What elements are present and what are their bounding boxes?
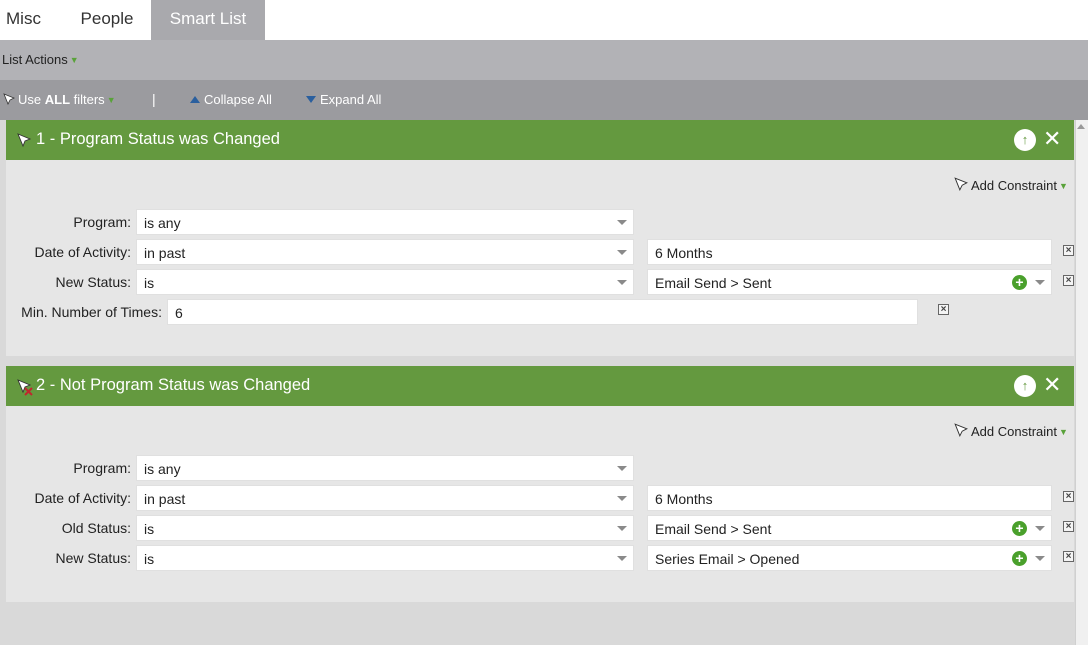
list-actions-bar	[0, 40, 1088, 80]
plus-circle-icon[interactable]: +	[1012, 551, 1027, 566]
add-constraint-label: Add Constraint	[971, 424, 1057, 439]
use-filters-prefix: Use	[18, 92, 45, 107]
caret-down-icon	[617, 496, 627, 501]
date-value-field[interactable]: 6 Months	[647, 239, 1052, 265]
constraint-label: Program:	[73, 460, 131, 476]
funnel-icon	[17, 133, 32, 148]
chevron-down-icon: ▼	[1059, 181, 1068, 191]
select-value: Email Send > Sent	[655, 275, 772, 291]
collapse-all-button[interactable]: Collapse All	[190, 92, 272, 107]
caret-down-icon	[617, 556, 627, 561]
caret-down-icon	[1035, 526, 1045, 531]
caret-down-icon	[617, 250, 627, 255]
delete-box-icon[interactable]: ×	[938, 304, 949, 315]
tab-people[interactable]: People	[64, 0, 150, 40]
toolbar-separator: |	[152, 91, 156, 107]
arrow-up-circle-icon[interactable]: ↑	[1014, 129, 1036, 151]
tab-label: People	[80, 9, 134, 28]
constraint-label: Old Status:	[61, 520, 131, 536]
select-value: Series Email > Opened	[655, 551, 800, 567]
close-icon[interactable]: ✕	[1043, 374, 1061, 396]
field-value: 6 Months	[655, 245, 713, 261]
use-filters-menu[interactable]: Use ALL filters ▼	[3, 92, 116, 107]
collapse-all-label: Collapse All	[204, 92, 272, 107]
expand-all-label: Expand All	[320, 92, 382, 107]
list-actions-menu[interactable]: List Actions ▼	[2, 52, 79, 67]
use-filters-suffix: filters	[70, 92, 105, 107]
caret-down-icon	[617, 280, 627, 285]
constraint-label: Program:	[73, 214, 131, 230]
chevron-down-icon: ▼	[1059, 427, 1068, 437]
tab-label: Misc	[6, 9, 41, 28]
collapse-icon	[190, 96, 200, 103]
scroll-up-arrow-icon[interactable]	[1077, 124, 1085, 129]
delete-box-icon[interactable]: ×	[1063, 551, 1074, 562]
old-status-value-select[interactable]: Email Send > Sent +	[647, 515, 1052, 541]
caret-down-icon	[617, 220, 627, 225]
constraint-label: New Status:	[55, 550, 131, 566]
select-value: is any	[144, 215, 181, 231]
vertical-scrollbar[interactable]	[1075, 120, 1088, 645]
constraint-label: New Status:	[55, 274, 131, 290]
caret-down-icon	[617, 526, 627, 531]
tab-label: Smart List	[169, 9, 247, 28]
program-operator-select[interactable]: is any	[136, 209, 634, 235]
expand-all-button[interactable]: Expand All	[306, 92, 381, 107]
chevron-down-icon: ▼	[106, 95, 116, 105]
tab-smart-list[interactable]: Smart List	[151, 0, 265, 40]
new-status-operator-select[interactable]: is	[136, 269, 634, 295]
expand-icon	[306, 96, 316, 103]
plus-circle-icon[interactable]: +	[1012, 521, 1027, 536]
funnel-icon	[3, 93, 15, 105]
funnel-icon	[954, 177, 968, 191]
new-status-operator-select[interactable]: is	[136, 545, 634, 571]
program-operator-select[interactable]: is any	[136, 455, 634, 481]
delete-box-icon[interactable]: ×	[1063, 491, 1074, 502]
tab-misc[interactable]: Misc	[0, 0, 64, 40]
select-value: in past	[144, 245, 186, 261]
field-value: 6 Months	[655, 491, 713, 507]
select-value: is any	[144, 461, 181, 477]
caret-down-icon	[1035, 280, 1045, 285]
delete-box-icon[interactable]: ×	[1063, 275, 1074, 286]
add-constraint-label: Add Constraint	[971, 178, 1057, 193]
new-status-value-select[interactable]: Email Send > Sent +	[647, 269, 1052, 295]
close-icon[interactable]: ✕	[1043, 128, 1061, 150]
filter-1-title: 1 - Program Status was Changed	[36, 130, 280, 148]
add-constraint-button[interactable]: Add Constraint ▼	[954, 177, 1068, 193]
list-actions-label: List Actions	[2, 52, 68, 67]
new-status-value-select[interactable]: Series Email > Opened +	[647, 545, 1052, 571]
old-status-operator-select[interactable]: is	[136, 515, 634, 541]
date-value-field[interactable]: 6 Months	[647, 485, 1052, 511]
negated-funnel-icon	[17, 379, 33, 396]
date-operator-select[interactable]: in past	[136, 485, 634, 511]
delete-box-icon[interactable]: ×	[1063, 521, 1074, 532]
filter-2-title: 2 - Not Program Status was Changed	[36, 376, 311, 394]
select-value: Email Send > Sent	[655, 521, 772, 537]
constraint-label: Date of Activity:	[34, 244, 131, 260]
chevron-down-icon: ▼	[69, 55, 79, 65]
constraint-label: Date of Activity:	[34, 490, 131, 506]
filter-toolbar	[0, 80, 1088, 120]
field-value: 6	[175, 305, 183, 321]
select-value: in past	[144, 491, 186, 507]
select-value: is	[144, 521, 155, 537]
delete-box-icon[interactable]: ×	[1063, 245, 1074, 256]
caret-down-icon	[1035, 556, 1045, 561]
date-operator-select[interactable]: in past	[136, 239, 634, 265]
caret-down-icon	[617, 466, 627, 471]
select-value: is	[144, 275, 155, 291]
funnel-icon	[954, 423, 968, 437]
select-value: is	[144, 551, 155, 567]
constraint-label: Min. Number of Times:	[21, 304, 162, 320]
min-times-input[interactable]: 6	[167, 299, 918, 325]
arrow-up-circle-icon[interactable]: ↑	[1014, 375, 1036, 397]
plus-circle-icon[interactable]: +	[1012, 275, 1027, 290]
use-filters-mode: ALL	[44, 92, 71, 107]
add-constraint-button[interactable]: Add Constraint ▼	[954, 423, 1068, 439]
